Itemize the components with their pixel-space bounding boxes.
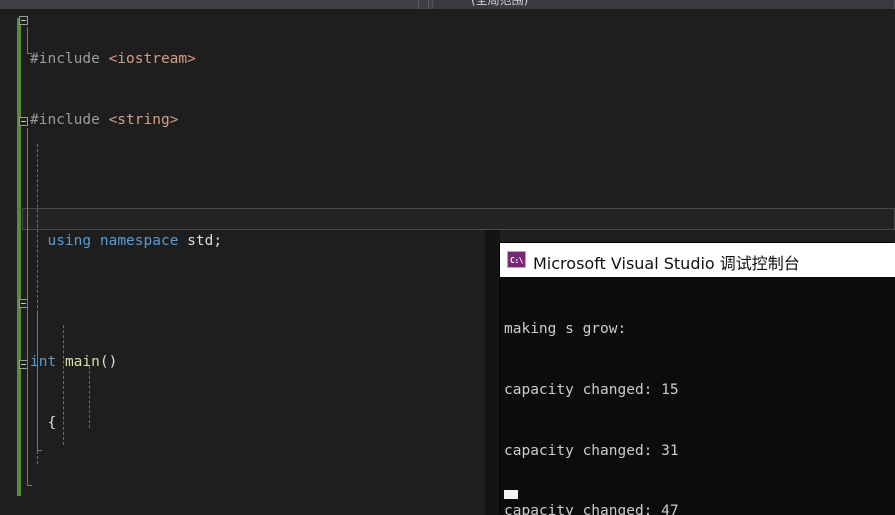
console-line: capacity changed: 47 [504,503,679,515]
screenshot-root: (全局范围) #include <iostream> #include <str… [0,0,895,515]
toolbar-separator [418,0,419,9]
code-line: #include <iostream> [30,51,196,68]
code-line: #include <string> [30,112,179,128]
console-cmd-icon: C:\ [507,251,526,268]
toolbar-separator [428,0,429,9]
scope-combobox[interactable]: (全局范围) [432,0,895,9]
console-window-title: Microsoft Visual Studio 调试控制台 [533,254,800,273]
console-line: capacity changed: 31 [504,442,679,459]
scope-combobox-value: (全局范围) [471,0,529,7]
debug-console-window[interactable]: C:\ Microsoft Visual Studio 调试控制台 making… [500,243,895,515]
console-window-shadow [485,230,500,515]
visual-studio-toolbar: (全局范围) [0,0,895,9]
console-titlebar[interactable]: C:\ Microsoft Visual Studio 调试控制台 [500,243,895,277]
console-line: capacity changed: 15 [504,382,679,398]
console-output: making s grow: capacity changed: 15 capa… [500,277,895,515]
console-text-caret [504,490,518,499]
console-line: making s grow: [504,321,627,338]
